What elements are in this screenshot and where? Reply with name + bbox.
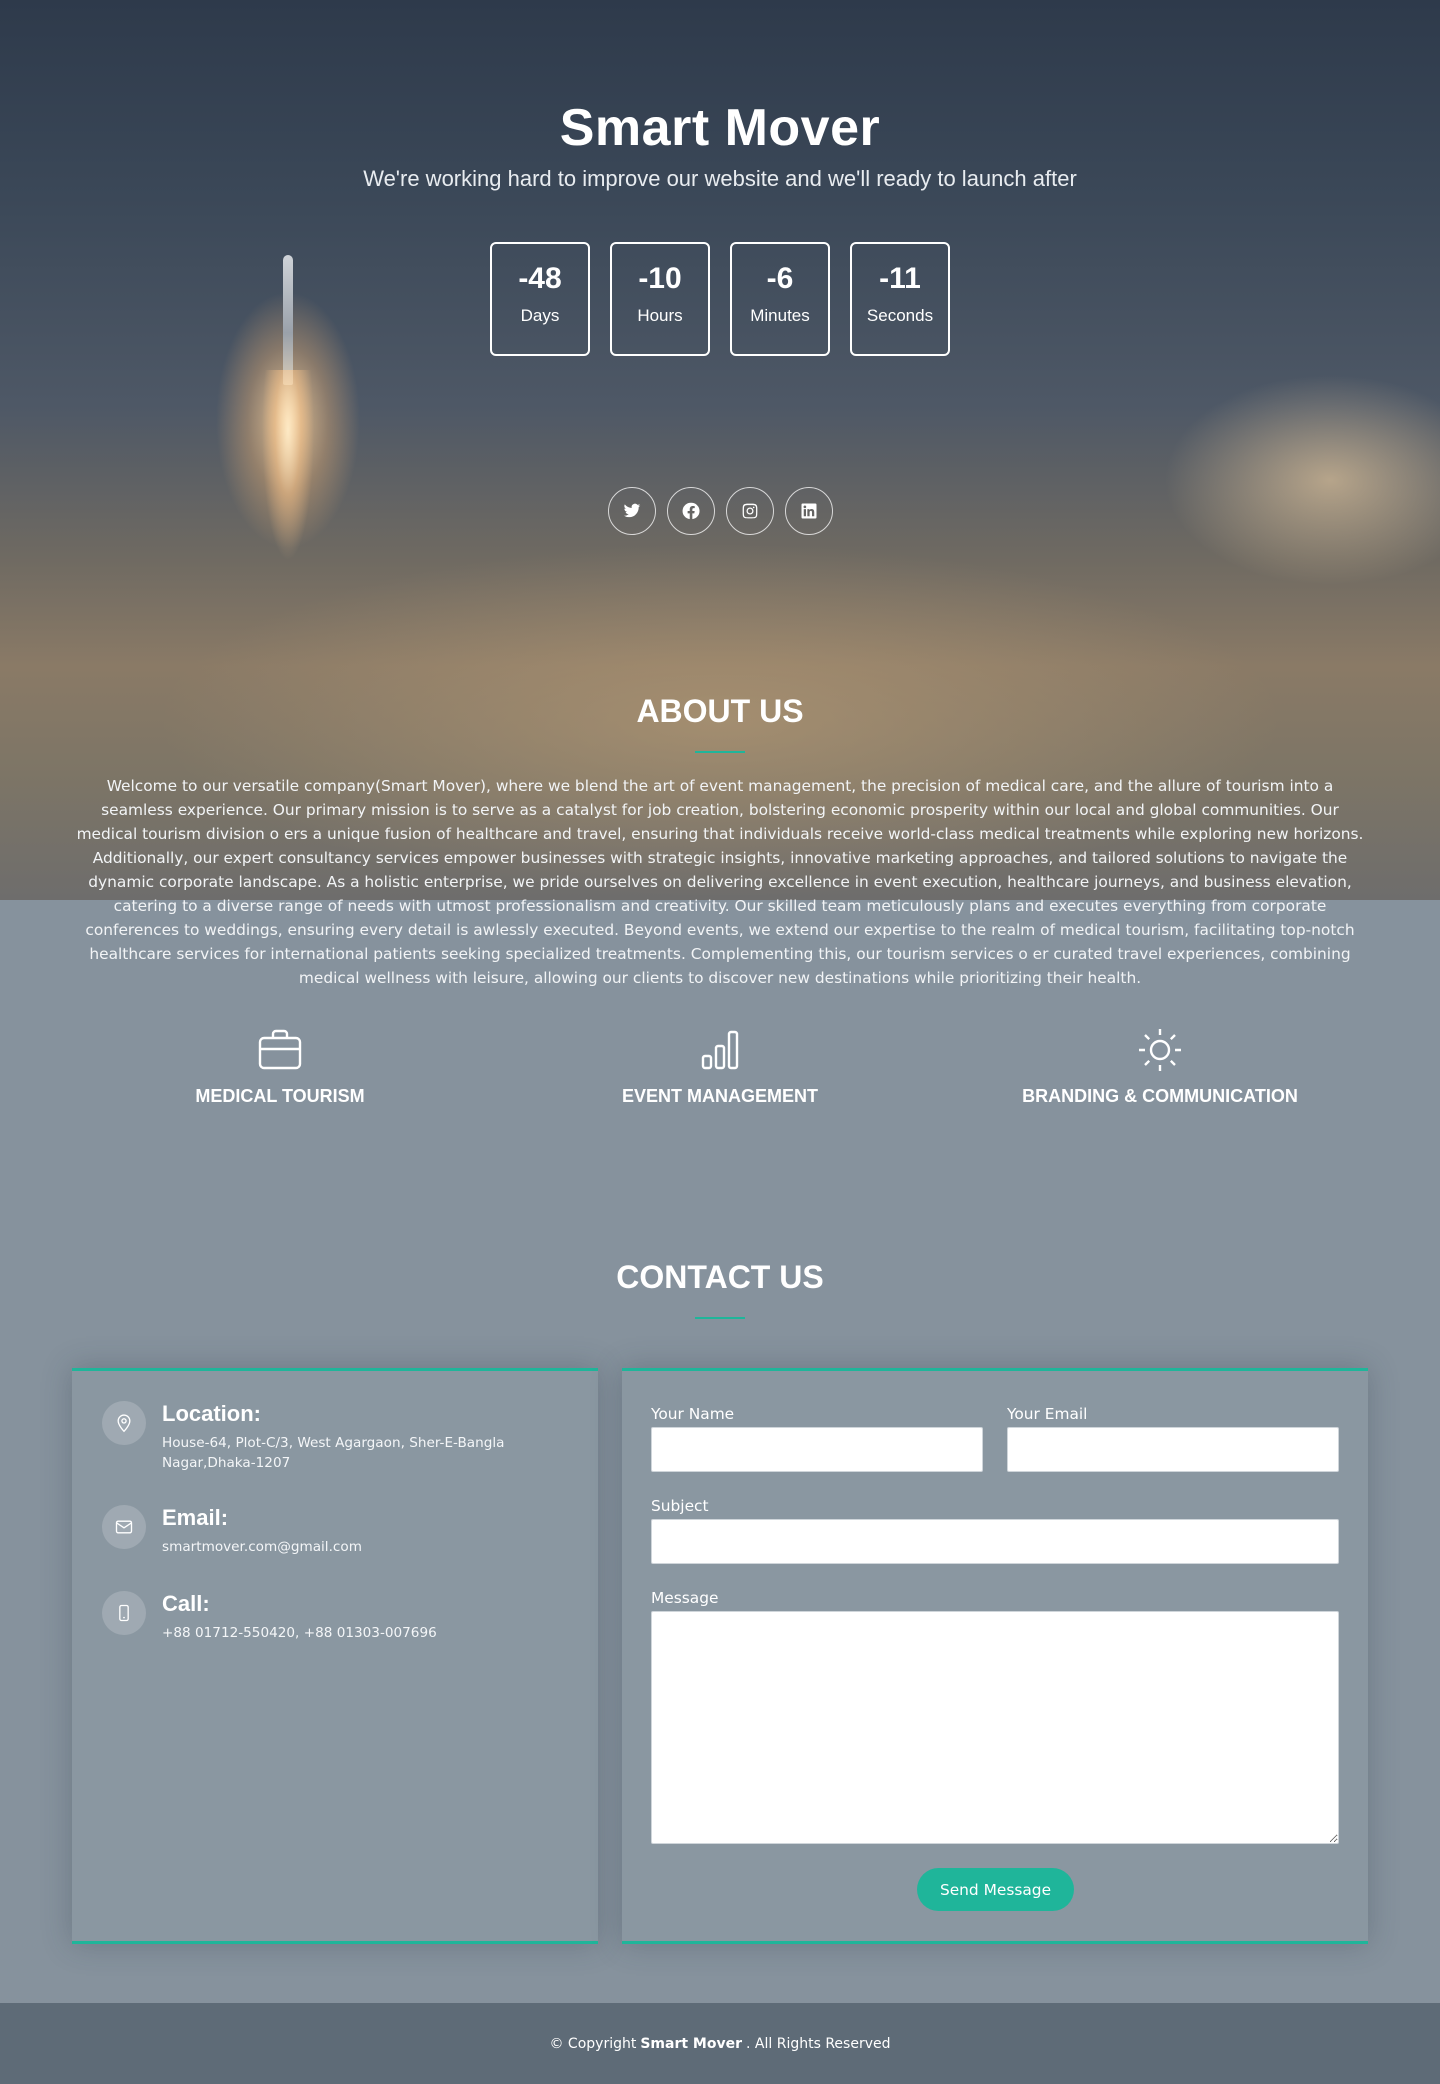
contact-location: Location: House-64, Plot-C/3, West Agarg…: [102, 1401, 512, 1473]
about-title-underline: [695, 751, 745, 753]
countdown-value: -10: [638, 262, 682, 295]
countdown-value: -11: [879, 262, 921, 295]
email-text: smartmover.com@gmail.com: [162, 1539, 362, 1555]
twitter-icon: [623, 503, 641, 518]
briefcase-icon: [258, 1029, 302, 1070]
bar-chart-icon: [701, 1030, 739, 1070]
email-label: Your Email: [1007, 1405, 1088, 1423]
countdown-hours: -10 Hours: [610, 242, 710, 356]
service-label: BRANDING & COMMUNICATION: [1022, 1086, 1298, 1106]
service-event-management: EVENT MANAGEMENT: [500, 1026, 940, 1107]
contact-call: Call: +88 01712-550420, +88 01303-007696: [102, 1591, 437, 1643]
sun-icon: [1139, 1029, 1181, 1071]
phone-icon: [119, 1604, 129, 1622]
footer-copyright-suffix: . All Rights Reserved: [746, 2035, 891, 2052]
footer-copyright-prefix: © Copyright: [549, 2035, 637, 2052]
call-icon-circle: [102, 1591, 146, 1635]
linkedin-link[interactable]: [785, 487, 833, 535]
twitter-link[interactable]: [608, 487, 656, 535]
service-label: EVENT MANAGEMENT: [621, 1086, 818, 1106]
countdown-timer: -48 Days -10 Hours -6 Minutes -11 Second…: [490, 242, 950, 356]
map-pin-icon: [117, 1414, 131, 1433]
countdown-label: Hours: [637, 306, 683, 325]
footer-brand: Smart Mover: [640, 2035, 743, 2052]
services-row: MEDICAL TOURISM EVENT MANAGEMENT BRANDIN…: [0, 1026, 1440, 1107]
subject-label: Subject: [651, 1497, 709, 1515]
service-medical-tourism: MEDICAL TOURISM: [60, 1026, 500, 1107]
tagline: We're working hard to improve our websit…: [363, 166, 1077, 191]
message-label: Message: [651, 1589, 719, 1607]
call-text: +88 01712-550420, +88 01303-007696: [162, 1625, 437, 1641]
about-title: ABOUT US: [636, 693, 804, 729]
email-heading: Email:: [162, 1505, 229, 1530]
service-branding-communication: BRANDING & COMMUNICATION: [940, 1026, 1380, 1107]
countdown-value: -48: [518, 262, 562, 295]
site-title: Smart Mover: [559, 99, 881, 157]
linkedin-icon: [801, 503, 817, 519]
call-heading: Call:: [162, 1591, 210, 1616]
countdown-label: Days: [520, 306, 560, 325]
countdown-label: Seconds: [866, 306, 934, 325]
facebook-icon: [682, 502, 700, 520]
countdown-seconds: -11 Seconds: [850, 242, 950, 356]
service-label: MEDICAL TOURISM: [195, 1086, 365, 1106]
social-links: [608, 487, 833, 535]
countdown-label: Minutes: [750, 306, 810, 325]
contact-email: Email: smartmover.com@gmail.com: [102, 1505, 362, 1557]
countdown-value: -6: [766, 262, 794, 295]
email-field[interactable]: [1007, 1427, 1339, 1472]
footer: © Copyright Smart Mover . All Rights Res…: [0, 2003, 1440, 2084]
countdown-days: -48 Days: [490, 242, 590, 356]
facebook-link[interactable]: [667, 487, 715, 535]
contact-title-underline: [695, 1317, 745, 1319]
contact-title: CONTACT US: [616, 1259, 824, 1295]
rocket-flame: [262, 370, 314, 630]
location-text: House-64, Plot-C/3, West Agargaon, Sher-…: [162, 1435, 505, 1471]
envelope-icon: [115, 1520, 133, 1534]
rocket-illustration: [283, 255, 293, 385]
instagram-icon: [742, 503, 758, 519]
contact-form: Your Name Your Email Subject Message Sen…: [622, 1368, 1368, 1944]
name-label: Your Name: [651, 1405, 735, 1423]
about-text: Welcome to our versatile company(Smart M…: [76, 777, 1364, 987]
name-field[interactable]: [651, 1427, 983, 1472]
message-field[interactable]: [651, 1611, 1339, 1844]
contact-info-card: Location: House-64, Plot-C/3, West Agarg…: [72, 1368, 598, 1944]
send-message-button[interactable]: Send Message: [917, 1868, 1074, 1911]
location-heading: Location:: [162, 1401, 261, 1426]
location-icon-circle: [102, 1401, 146, 1445]
email-icon-circle: [102, 1505, 146, 1549]
countdown-minutes: -6 Minutes: [730, 242, 830, 356]
instagram-link[interactable]: [726, 487, 774, 535]
subject-field[interactable]: [651, 1519, 1339, 1564]
